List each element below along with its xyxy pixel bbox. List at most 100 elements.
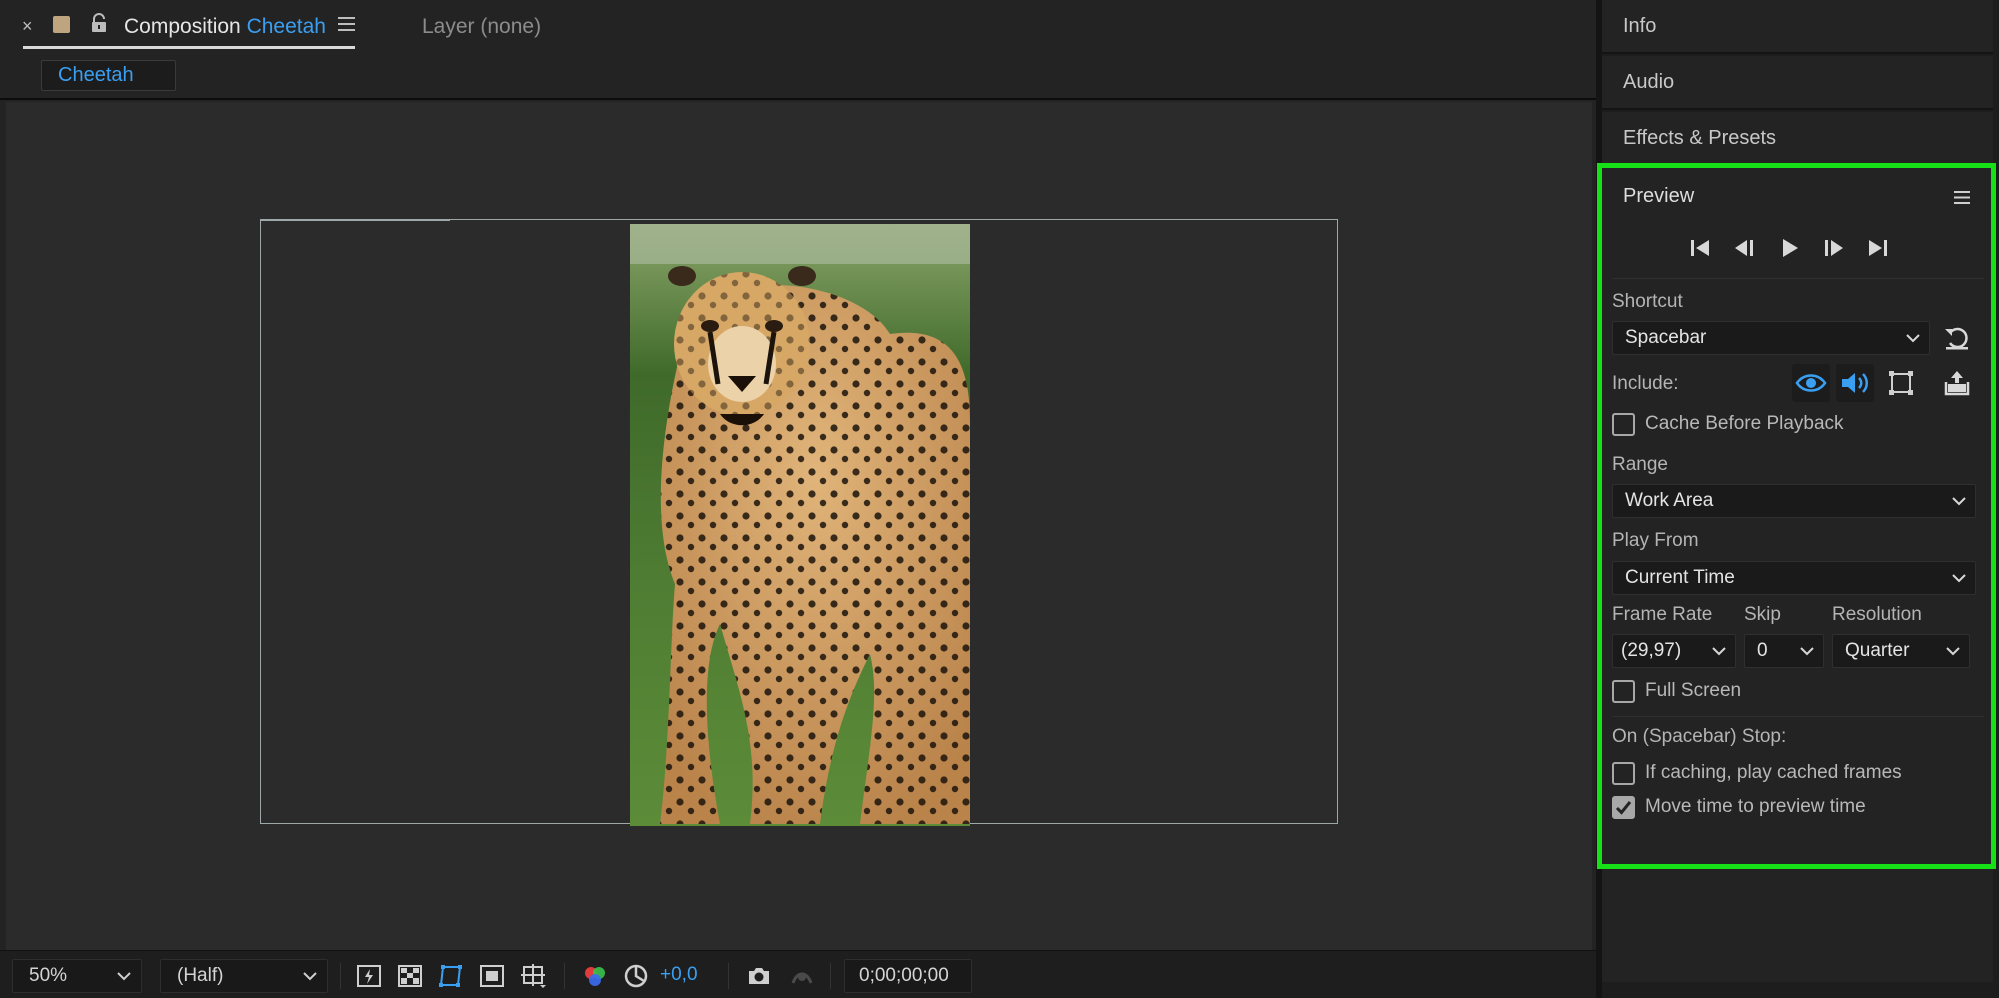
chevron-down-icon <box>1946 647 1960 656</box>
chevron-down-icon <box>1800 647 1814 656</box>
composition-viewer[interactable] <box>6 102 1592 950</box>
shortcut-value: Spacebar <box>1625 327 1707 348</box>
skip-label: Skip <box>1744 604 1781 625</box>
region-of-interest-icon[interactable] <box>479 963 505 989</box>
composition-tab[interactable]: Composition Cheetah <box>124 15 326 39</box>
viewer-bottom-toolbar: 50% (Half) +0,0 0;00;00;00 <box>0 950 1596 998</box>
chevron-down-icon <box>117 972 131 981</box>
full-screen-label: Full Screen <box>1645 680 1742 701</box>
shortcut-dropdown[interactable]: Spacebar <box>1612 321 1930 355</box>
include-toggles <box>1792 364 1922 402</box>
if-caching-label: If caching, play cached frames <box>1645 762 1902 783</box>
include-overlays-toggle[interactable] <box>1882 364 1920 402</box>
lock-icon[interactable] <box>90 13 108 33</box>
move-time-checkbox[interactable] <box>1612 796 1635 819</box>
cache-before-playback-label: Cache Before Playback <box>1645 413 1844 434</box>
tab-comp-name: Cheetah <box>246 15 326 38</box>
frame-rate-label: Frame Rate <box>1612 604 1713 625</box>
layer-tab[interactable]: Layer (none) <box>422 15 541 39</box>
show-snapshot-icon[interactable] <box>789 963 815 989</box>
chevron-down-icon <box>1712 647 1726 656</box>
composition-panel: × Composition Cheetah Layer (none) Cheet… <box>0 0 1596 998</box>
close-tab-icon[interactable]: × <box>22 16 33 37</box>
move-time-label: Move time to preview time <box>1645 796 1866 817</box>
panel-menu-icon[interactable] <box>338 17 355 31</box>
magnification-value: 50% <box>29 965 68 986</box>
reset-exposure-icon[interactable] <box>623 963 649 989</box>
range-value: Work Area <box>1625 490 1714 511</box>
include-label: Include: <box>1612 373 1679 394</box>
tab-label: Composition <box>124 15 241 38</box>
last-frame-icon[interactable] <box>1864 234 1892 262</box>
composition-nav-bar: Cheetah <box>0 54 1596 100</box>
cache-before-playback-checkbox[interactable] <box>1612 413 1635 436</box>
preview-resolution-value: Quarter <box>1845 640 1910 661</box>
effects-presets-panel-header[interactable]: Effects & Presets <box>1602 112 1993 166</box>
skip-value: 0 <box>1757 640 1768 661</box>
play-from-label: Play From <box>1612 530 1699 551</box>
resolution-dropdown[interactable]: (Half) <box>160 959 328 993</box>
include-audio-toggle[interactable] <box>1836 364 1874 402</box>
reset-icon[interactable] <box>1942 323 1972 353</box>
comp-flowchart-chip[interactable]: Cheetah <box>41 60 176 91</box>
effects-presets-panel-title: Effects & Presets <box>1623 127 1777 149</box>
chevron-down-icon <box>303 972 317 981</box>
fast-previews-icon[interactable] <box>356 963 382 989</box>
if-caching-checkbox[interactable] <box>1612 762 1635 785</box>
previous-frame-icon[interactable] <box>1730 234 1758 262</box>
cheetah-image <box>630 224 970 826</box>
exposure-value[interactable]: +0,0 <box>660 964 698 986</box>
on-stop-label: On (Spacebar) Stop: <box>1612 726 1787 747</box>
chevron-down-icon <box>1952 574 1966 583</box>
play-icon[interactable] <box>1776 234 1804 262</box>
snapshot-camera-icon[interactable] <box>746 963 772 989</box>
checkmark-icon <box>1615 801 1632 815</box>
eye-icon <box>1795 374 1827 392</box>
shortcut-label: Shortcut <box>1612 291 1683 312</box>
channels-icon[interactable] <box>582 963 608 989</box>
grid-guides-icon[interactable] <box>520 963 546 989</box>
frame-rate-dropdown[interactable]: (29,97) <box>1612 634 1736 668</box>
after-effects-window: × Composition Cheetah Layer (none) Cheet… <box>0 0 1999 998</box>
next-frame-icon[interactable] <box>1820 234 1848 262</box>
mask-visibility-icon[interactable] <box>438 963 464 989</box>
audio-panel-title: Audio <box>1623 71 1675 93</box>
skip-dropdown[interactable]: 0 <box>1744 634 1824 668</box>
magnification-dropdown[interactable]: 50% <box>12 959 142 993</box>
frame-rate-value: (29,97) <box>1621 640 1682 661</box>
full-screen-checkbox[interactable] <box>1612 680 1635 703</box>
chevron-down-icon <box>1906 334 1920 343</box>
first-frame-icon[interactable] <box>1686 234 1714 262</box>
chevron-down-icon <box>1952 497 1966 506</box>
overlay-layer-controls-icon <box>1889 371 1913 395</box>
range-label: Range <box>1612 454 1668 475</box>
play-from-dropdown[interactable]: Current Time <box>1612 561 1976 595</box>
range-dropdown[interactable]: Work Area <box>1612 484 1976 518</box>
speaker-icon <box>1842 373 1868 393</box>
include-video-toggle[interactable] <box>1792 364 1830 402</box>
export-icon[interactable] <box>1942 368 1972 398</box>
resolution-dropdown[interactable]: Quarter <box>1832 634 1970 668</box>
frame-edge <box>260 219 450 221</box>
composition-tab-bar: × Composition Cheetah Layer (none) <box>0 0 1596 54</box>
toolbar-separator <box>564 963 565 989</box>
transparency-grid-icon[interactable] <box>397 963 423 989</box>
current-time-display[interactable]: 0;00;00;00 <box>844 959 972 993</box>
comp-color-swatch[interactable] <box>53 16 70 33</box>
empty-panel-area <box>1602 868 1993 982</box>
audio-panel-header[interactable]: Audio <box>1602 56 1993 110</box>
toolbar-separator <box>830 963 831 989</box>
info-panel-title: Info <box>1623 15 1657 37</box>
toolbar-separator <box>728 963 729 989</box>
resolution-value: (Half) <box>177 965 224 986</box>
info-panel-header[interactable]: Info <box>1602 0 1993 54</box>
section-divider <box>1612 278 1984 279</box>
panel-menu-icon[interactable] <box>1954 191 1970 204</box>
toolbar-separator <box>340 963 341 989</box>
play-from-value: Current Time <box>1625 567 1735 588</box>
resolution-label: Resolution <box>1832 604 1922 625</box>
right-panel-stack: Info Audio Effects & Presets Preview Sho… <box>1602 0 1999 998</box>
playback-controls <box>1686 234 1887 264</box>
preview-panel-title: Preview <box>1623 185 1695 207</box>
preview-panel: Preview Shortcut Spacebar Include: Cache… <box>1602 166 1993 866</box>
